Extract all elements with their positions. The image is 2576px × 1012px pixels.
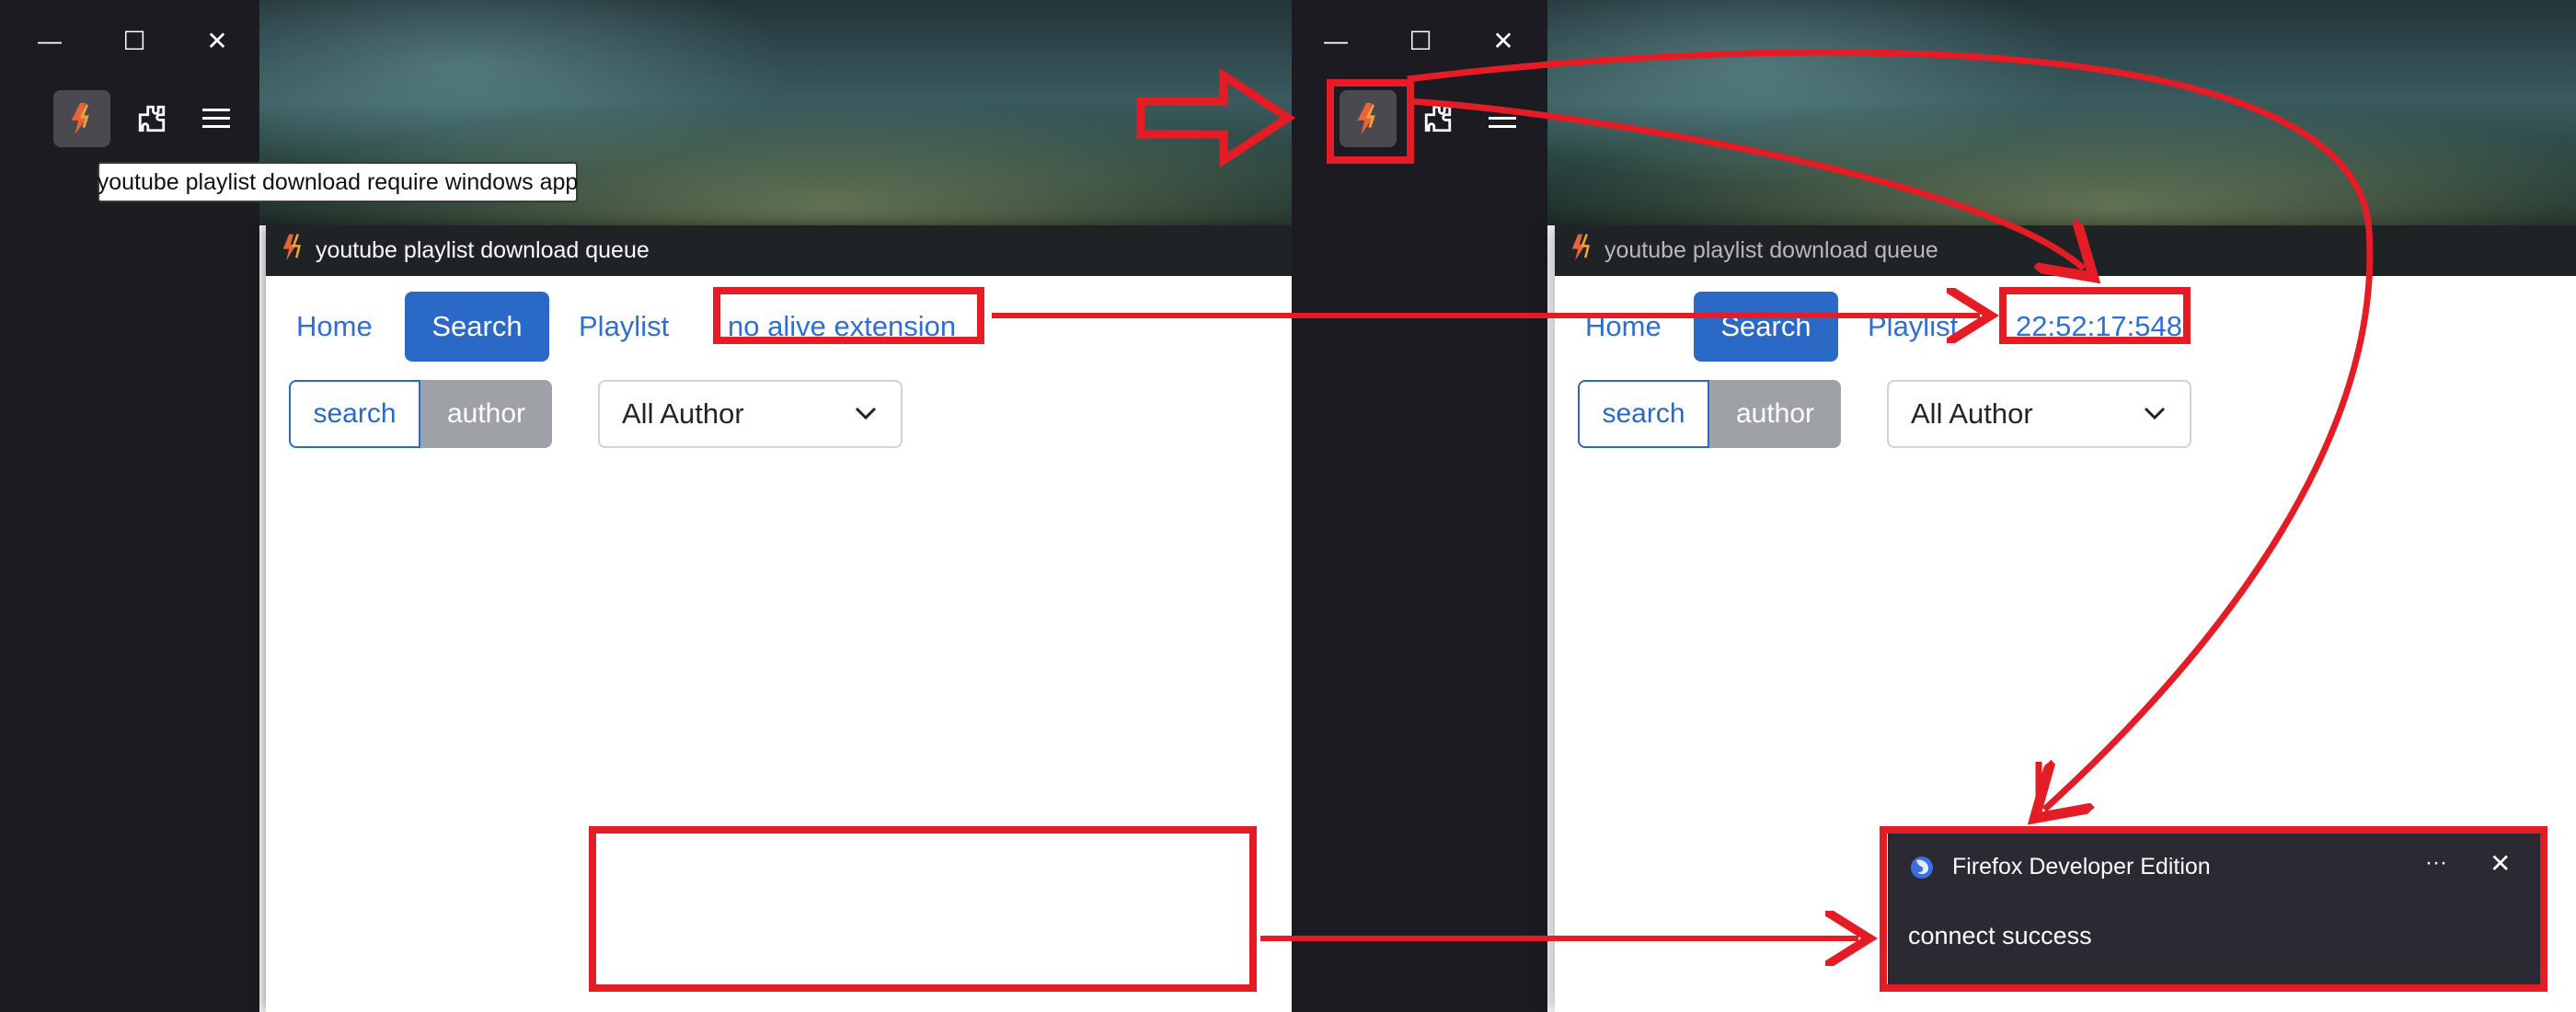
annotation-arrows: [992, 49, 2374, 1012]
